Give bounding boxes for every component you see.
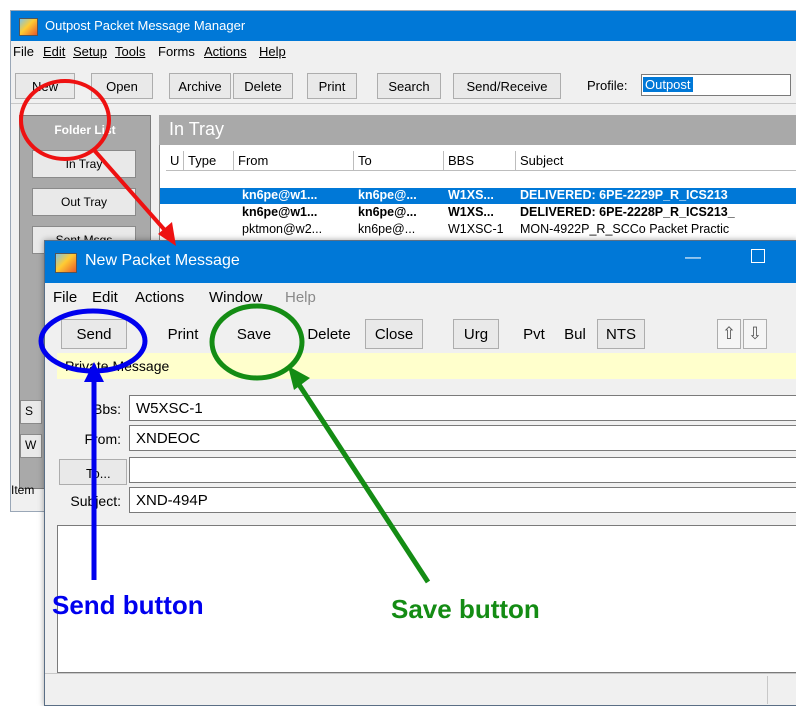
send-receive-button[interactable]: Send/Receive [453,73,561,99]
subject-label: Subject: [70,493,121,509]
message-row[interactable]: pktmon@w2... kn6pe@... W1XSC-1 MON-4922P… [160,222,796,238]
in-tray-title: In Tray [169,119,225,139]
status-cell [767,676,796,704]
print-button[interactable]: Print [151,319,215,349]
menu-actions[interactable]: Actions [204,44,247,59]
new-button[interactable]: New [15,73,75,99]
new-packet-message-window: New Packet Message — File Edit Actions W… [44,240,796,706]
close-button[interactable]: Close [365,319,423,349]
search-button[interactable]: Search [377,73,441,99]
menu-setup[interactable]: Setup [73,44,107,59]
open-button[interactable]: Open [91,73,153,99]
menu-forms[interactable]: Forms [158,44,195,59]
outpost-app-icon [19,18,38,36]
column-header-type[interactable]: Type [184,151,234,171]
arrow-down-icon[interactable]: ⇩ [743,319,767,349]
menu-help[interactable]: Help [259,44,286,59]
manager-title-bar: Outpost Packet Message Manager [11,11,796,41]
urgent-toggle[interactable]: Urg [453,319,499,349]
from-label: From: [84,431,121,447]
column-header-from[interactable]: From [234,151,354,171]
folder-stub-s[interactable]: S [20,400,42,424]
private-message-banner: Private Message [57,353,796,379]
message-title-bar: New Packet Message — [45,241,796,283]
column-header-subject[interactable]: Subject [516,151,796,171]
folder-list-header: Folder List [20,116,150,144]
column-header-unread[interactable]: U [166,151,184,171]
maximize-icon[interactable] [751,249,765,263]
message-toolbar: Send Print Save Delete Close Urg Pvt Bul… [45,313,796,353]
in-tray-header: In Tray [159,115,796,145]
print-button[interactable]: Print [307,73,357,99]
column-header-bbs[interactable]: BBS [444,151,516,171]
profile-select[interactable]: Outpost [641,74,791,96]
manager-menu-bar: File Edit Setup Tools Forms Actions Help [11,41,796,61]
subject-field[interactable]: XND-494P [129,487,796,513]
manager-toolbar: New Open Archive Delete Print Search Sen… [11,61,796,104]
menu-file[interactable]: File [53,289,77,306]
menu-actions[interactable]: Actions [135,289,184,306]
send-button-annotation: Send button [52,590,204,620]
delete-button[interactable]: Delete [297,319,361,349]
minimize-icon[interactable]: — [685,249,701,267]
menu-edit[interactable]: Edit [43,44,65,59]
send-button[interactable]: Send [61,319,127,349]
message-menu-bar: File Edit Actions Window Help [45,283,796,309]
folder-out-tray[interactable]: Out Tray [32,188,136,216]
menu-window[interactable]: Window [209,289,262,306]
menu-help: Help [285,289,316,306]
save-button[interactable]: Save [223,319,285,349]
message-row[interactable]: kn6pe@w1... kn6pe@... W1XS... DELIVERED:… [160,205,796,221]
from-field[interactable]: XNDEOC [129,425,796,451]
bbs-field[interactable]: W5XSC-1 [129,395,796,421]
folder-in-tray[interactable]: In Tray [32,150,136,178]
archive-button[interactable]: Archive [169,73,231,99]
arrow-up-icon[interactable]: ⇧ [717,319,741,349]
private-toggle[interactable]: Pvt [515,319,553,349]
to-field[interactable] [129,457,796,483]
message-status-bar [45,673,796,705]
manager-title: Outpost Packet Message Manager [45,18,246,33]
save-button-annotation: Save button [391,594,540,624]
folder-stub-w[interactable]: W [20,434,42,458]
menu-edit[interactable]: Edit [92,289,118,306]
delete-button[interactable]: Delete [233,73,293,99]
to-button[interactable]: To... [59,459,127,485]
bbs-label: Bbs: [92,401,121,417]
nts-toggle[interactable]: NTS [597,319,645,349]
outpost-app-icon [55,253,77,273]
column-header-to[interactable]: To [354,151,444,171]
profile-label: Profile: [587,78,628,93]
menu-file[interactable]: File [13,44,34,59]
message-title: New Packet Message [85,252,240,269]
manager-status-text: Item [11,483,35,497]
bulletin-toggle[interactable]: Bul [555,319,595,349]
menu-tools[interactable]: Tools [115,44,145,59]
message-row[interactable]: kn6pe@w1... kn6pe@... W1XS... DELIVERED:… [160,188,796,204]
profile-value: Outpost [643,77,693,92]
